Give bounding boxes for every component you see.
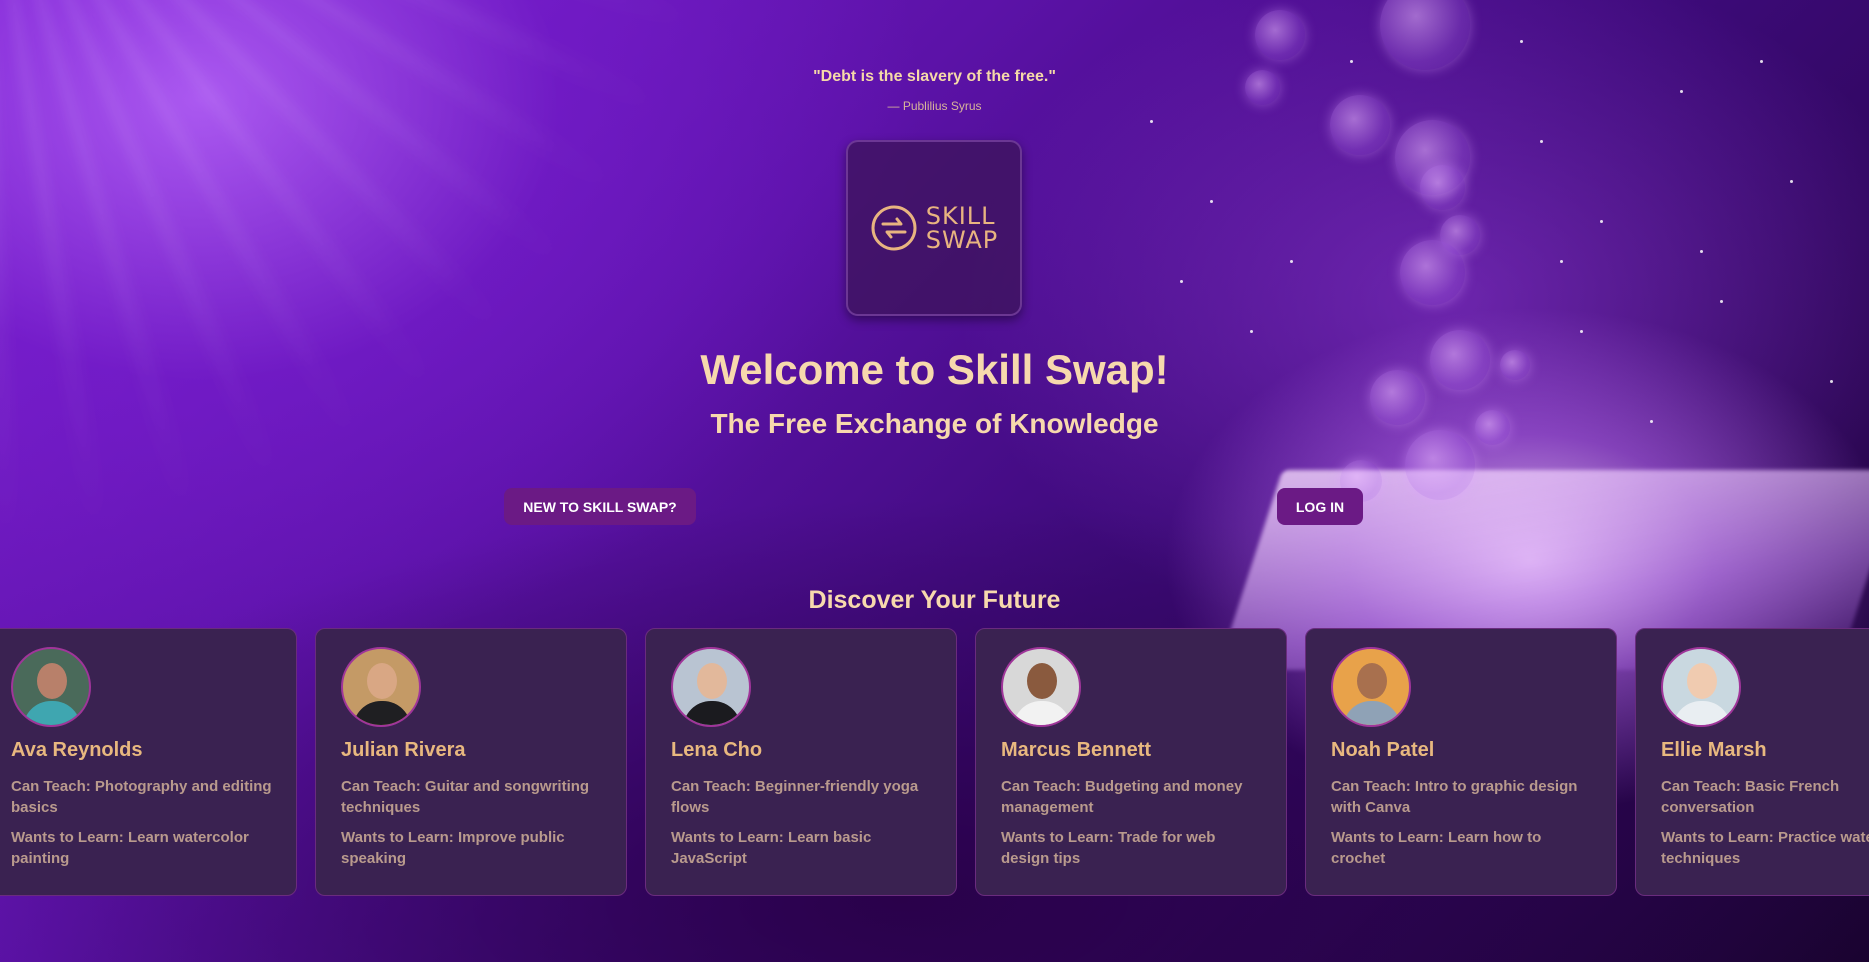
logo-line-2: SWAP (925, 226, 999, 254)
profile-card[interactable]: Ellie Marsh Can Teach: Basic French conv… (1635, 628, 1869, 896)
avatar (341, 647, 421, 727)
avatar-body (683, 701, 741, 725)
skill-swap-logo: SKILL SWAP (846, 140, 1022, 316)
card-wants-to-learn: Wants to Learn: Learn watercolor paintin… (11, 829, 249, 867)
card-can-teach: Can Teach: Intro to graphic design with … (1331, 778, 1578, 816)
avatar-head (1687, 663, 1717, 699)
avatar-body (23, 701, 81, 725)
avatar-head (1027, 663, 1057, 699)
avatar-head (1357, 663, 1387, 699)
profile-carousel[interactable]: Ava Reynolds Can Teach: Photography and … (0, 628, 1869, 896)
card-name: Lena Cho (671, 739, 763, 761)
avatar (11, 647, 91, 727)
card-name: Marcus Bennett (1001, 739, 1152, 761)
card-name: Julian Rivera (341, 739, 466, 761)
card-wants-to-learn: Wants to Learn: Trade for web design tip… (1001, 829, 1216, 867)
card-name: Ava Reynolds (11, 739, 143, 761)
card-can-teach: Can Teach: Budgeting and money managemen… (1001, 778, 1243, 816)
page-title: Welcome to Skill Swap! (700, 346, 1169, 393)
logo-line-1: SKILL (925, 202, 996, 230)
card-can-teach: Can Teach: Photography and editing basic… (11, 778, 272, 816)
quote-text: "Debt is the slavery of the free." (813, 68, 1056, 85)
page-subtitle: The Free Exchange of Knowledge (710, 408, 1159, 439)
card-wants-to-learn: Wants to Learn: Learn how to crochet (1331, 829, 1542, 867)
avatar-body (1673, 701, 1731, 725)
avatar-head (367, 663, 397, 699)
profile-card[interactable]: Noah Patel Can Teach: Intro to graphic d… (1305, 628, 1617, 896)
avatar (1001, 647, 1081, 727)
avatar (1661, 647, 1741, 727)
card-wants-to-learn: Wants to Learn: Practice watercolor tech… (1661, 829, 1869, 867)
landing-page: "Debt is the slavery of the free." — Pub… (0, 0, 1869, 962)
profile-card[interactable]: Lena Cho Can Teach: Beginner-friendly yo… (645, 628, 957, 896)
quote-author: — Publilius Syrus (887, 99, 982, 113)
login-button[interactable]: LOG IN (1277, 488, 1363, 525)
card-wants-to-learn: Wants to Learn: Learn basic JavaScript (671, 829, 872, 867)
card-can-teach: Can Teach: Basic French conversation (1661, 778, 1840, 816)
card-name: Noah Patel (1331, 739, 1435, 761)
swap-arrows-icon (871, 205, 917, 251)
new-to-skill-swap-button[interactable]: NEW TO SKILL SWAP? (504, 488, 696, 525)
card-wants-to-learn: Wants to Learn: Improve public speaking (341, 829, 565, 867)
avatar-head (37, 663, 67, 699)
avatar-body (1343, 701, 1401, 725)
avatar (1331, 647, 1411, 727)
card-can-teach: Can Teach: Beginner-friendly yoga flows (671, 778, 919, 816)
logo-wordmark: SKILL SWAP (926, 204, 999, 252)
profile-card[interactable]: Ava Reynolds Can Teach: Photography and … (0, 628, 297, 896)
profile-card[interactable]: Marcus Bennett Can Teach: Budgeting and … (975, 628, 1287, 896)
card-can-teach: Can Teach: Guitar and songwriting techni… (341, 778, 590, 816)
avatar-body (353, 701, 411, 725)
avatar-head (697, 663, 727, 699)
avatar-body (1013, 701, 1071, 725)
avatar (671, 647, 751, 727)
profile-card[interactable]: Julian Rivera Can Teach: Guitar and song… (315, 628, 627, 896)
discover-heading: Discover Your Future (808, 586, 1061, 614)
card-name: Ellie Marsh (1661, 739, 1767, 761)
